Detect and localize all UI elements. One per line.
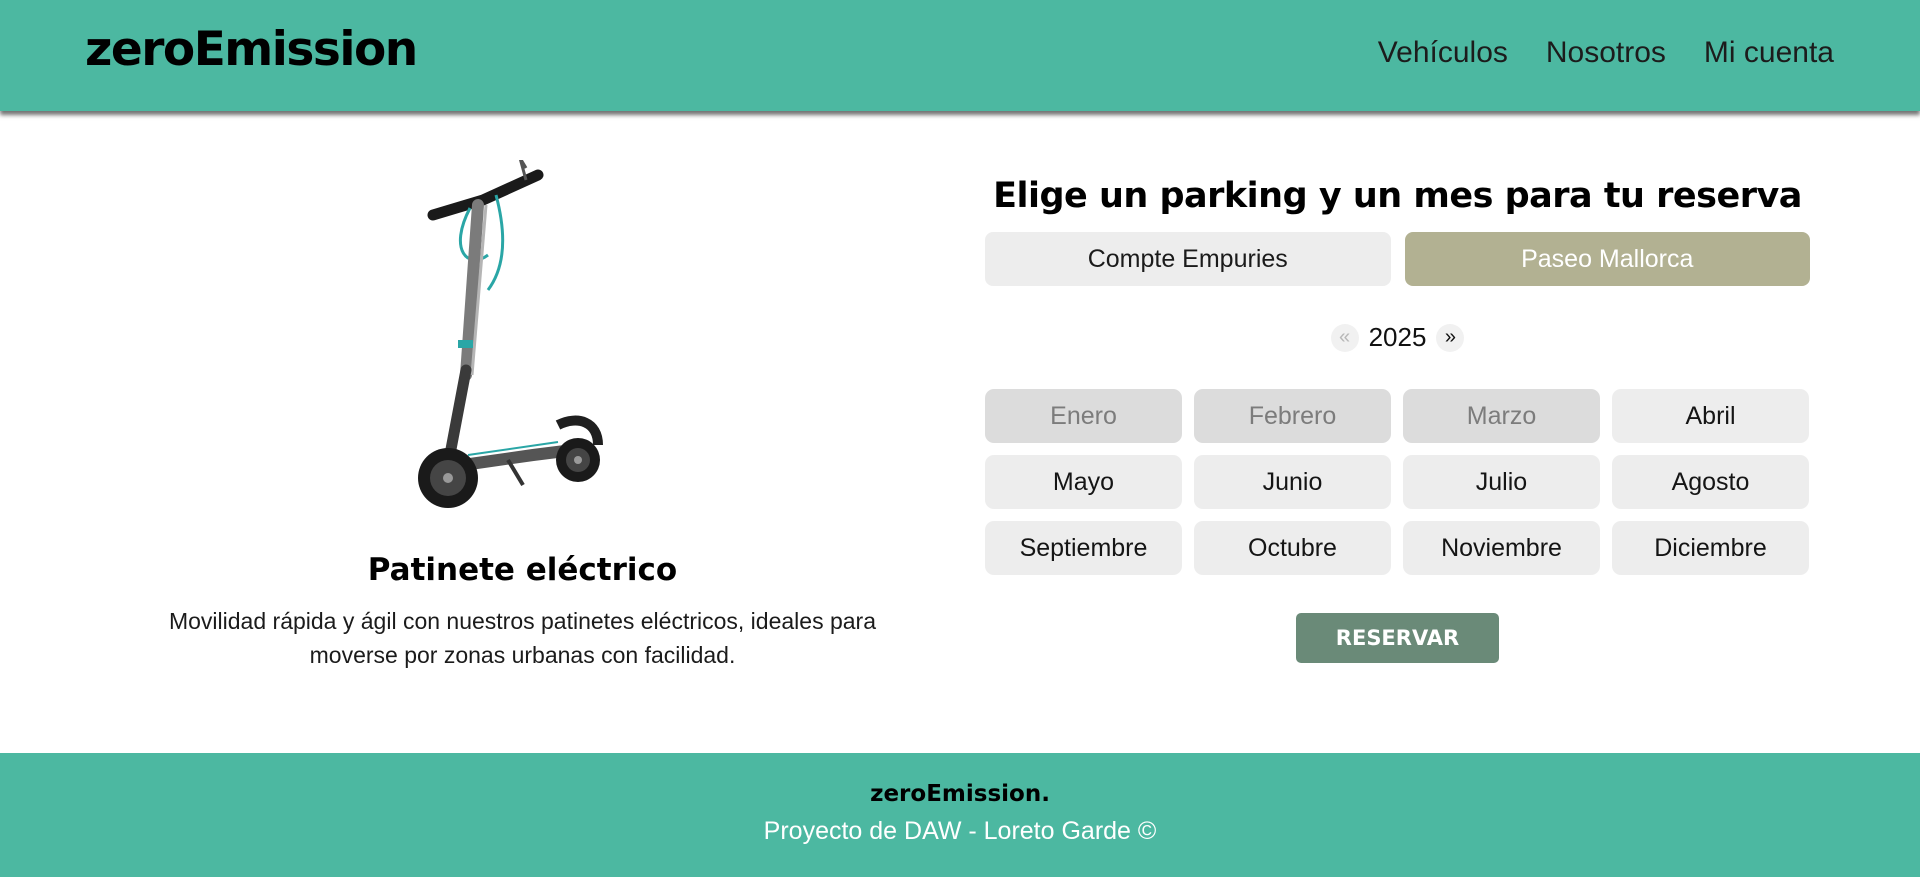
month-septiembre[interactable]: Septiembre — [985, 521, 1182, 575]
reserve-button[interactable]: RESERVAR — [1296, 613, 1499, 663]
month-junio[interactable]: Junio — [1194, 455, 1391, 509]
main-nav: Vehículos Nosotros Mi cuenta — [1378, 36, 1834, 70]
brand-logo[interactable]: zeroEmission — [85, 22, 418, 77]
month-agosto[interactable]: Agosto — [1612, 455, 1809, 509]
parking-option-paseo-mallorca[interactable]: Paseo Mallorca — [1404, 232, 1810, 286]
booking-title: Elige un parking y un mes para tu reserv… — [993, 176, 1802, 216]
footer-credit: Proyecto de DAW - Loreto Garde © — [763, 817, 1157, 845]
parking-option-compte-empuries[interactable]: Compte Empuries — [985, 232, 1391, 286]
top-navbar: zeroEmission Vehículos Nosotros Mi cuent… — [0, 0, 1920, 111]
year-label: 2025 — [1368, 322, 1427, 352]
month-enero[interactable]: Enero — [985, 389, 1182, 443]
electric-scooter-image — [417, 160, 603, 508]
month-marzo[interactable]: Marzo — [1403, 389, 1600, 443]
footer-brand: zeroEmission. — [870, 781, 1050, 807]
page-footer: zeroEmission. Proyecto de DAW - Loreto G… — [0, 753, 1920, 877]
year-selector: « 2025 » — [985, 322, 1810, 353]
booking-panel: Elige un parking y un mes para tu reserv… — [985, 176, 1810, 663]
month-febrero[interactable]: Febrero — [1194, 389, 1391, 443]
month-julio[interactable]: Julio — [1403, 455, 1600, 509]
month-octubre[interactable]: Octubre — [1194, 521, 1391, 575]
previous-year-button[interactable]: « — [1330, 323, 1359, 352]
nav-nosotros[interactable]: Nosotros — [1546, 36, 1666, 70]
product-description: Movilidad rápida y ágil con nuestros pat… — [168, 608, 876, 668]
month-abril[interactable]: Abril — [1612, 389, 1809, 443]
product-title: Patinete eléctrico — [367, 552, 678, 588]
parking-selector: Compte Empuries Paseo Mallorca — [985, 232, 1810, 286]
month-noviembre[interactable]: Noviembre — [1403, 521, 1600, 575]
reserve-row: RESERVAR — [985, 613, 1810, 663]
month-grid: Enero Febrero Marzo Abril Mayo Junio Jul… — [985, 389, 1810, 575]
product-panel: Patinete eléctrico Movilidad rápida y ág… — [120, 160, 925, 672]
month-mayo[interactable]: Mayo — [985, 455, 1182, 509]
month-diciembre[interactable]: Diciembre — [1612, 521, 1809, 575]
next-year-button[interactable]: » — [1436, 323, 1465, 352]
nav-vehiculos[interactable]: Vehículos — [1378, 36, 1508, 70]
nav-mi-cuenta[interactable]: Mi cuenta — [1704, 36, 1834, 70]
